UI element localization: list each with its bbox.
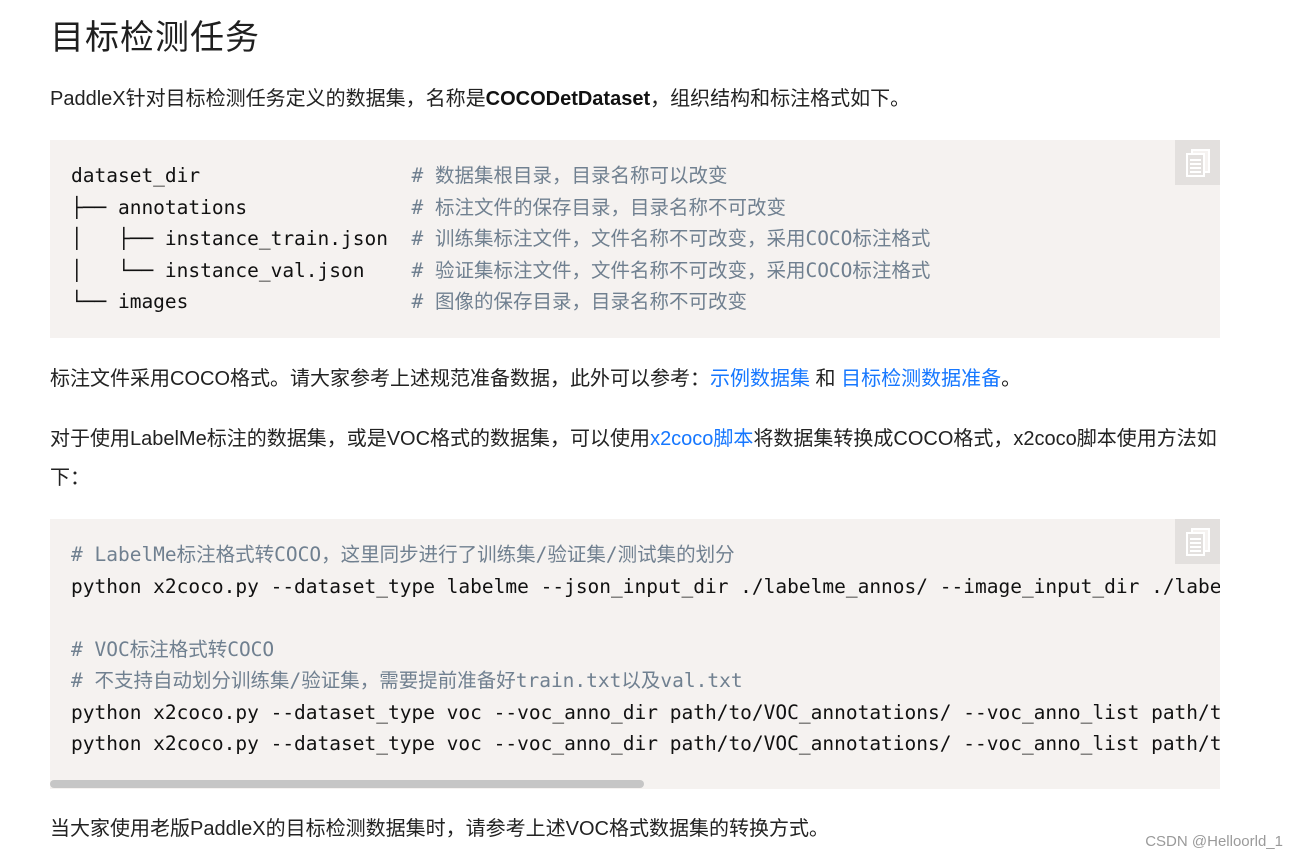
scrollbar-thumb[interactable] xyxy=(50,780,644,788)
csdn-watermark: CSDN @Helloorld_1 xyxy=(1145,833,1283,850)
code-line: # VOC标注格式转COCO xyxy=(71,637,275,661)
sample-dataset-link[interactable]: 示例数据集 xyxy=(710,368,810,390)
detection-data-prep-link[interactable]: 目标检测数据准备 xyxy=(841,368,1001,390)
x2coco-text: 对于使用LabelMe标注的数据集，或是VOC格式的数据集，可以使用 xyxy=(50,428,651,450)
intro-text-tail: ，组织结构和标注格式如下。 xyxy=(650,88,911,110)
code-content: # LabelMe标注格式转COCO，这里同步进行了训练集/验证集/测试集的划分… xyxy=(50,519,1220,760)
copy-icon xyxy=(1185,527,1210,556)
horizontal-scrollbar[interactable] xyxy=(50,777,1220,789)
intro-text: PaddleX针对目标检测任务定义的数据集，名称是 xyxy=(50,88,486,110)
code-line: │ └── instance_val.json # 验证集标注文件，文件名称不可… xyxy=(71,258,931,282)
code-line: # 不支持自动划分训练集/验证集，需要提前准备好train.txt以及val.t… xyxy=(71,669,743,692)
code-line: dataset_dir # 数据集根目录，目录名称可以改变 xyxy=(71,164,728,187)
intro-paragraph: PaddleX针对目标检测任务定义的数据集，名称是COCODetDataset，… xyxy=(50,80,1220,119)
code-block-x2coco: # LabelMe标注格式转COCO，这里同步进行了训练集/验证集/测试集的划分… xyxy=(50,519,1220,789)
reference-text: 标注文件采用COCO格式。请大家参考上述规范准备数据，此外可以参考： xyxy=(50,368,710,390)
legacy-note-paragraph: 当大家使用老版PaddleX的目标检测数据集时，请参考上述VOC格式数据集的转换… xyxy=(50,818,829,840)
reference-paragraph: 标注文件采用COCO格式。请大家参考上述规范准备数据，此外可以参考：示例数据集 … xyxy=(50,360,1220,399)
x2coco-paragraph: 对于使用LabelMe标注的数据集，或是VOC格式的数据集，可以使用x2coco… xyxy=(50,420,1220,498)
reference-and: 和 xyxy=(810,368,842,390)
code-block-directory: dataset_dir # 数据集根目录，目录名称可以改变 ├── annota… xyxy=(50,140,1220,338)
code-line: │ ├── instance_train.json # 训练集标注文件，文件名称… xyxy=(71,227,931,250)
code-line: ├── annotations # 标注文件的保存目录，目录名称不可改变 xyxy=(71,195,786,219)
copy-button[interactable] xyxy=(1175,519,1220,564)
code-line: # LabelMe标注格式转COCO，这里同步进行了训练集/验证集/测试集的划分 xyxy=(71,543,735,566)
copy-button[interactable] xyxy=(1175,140,1220,185)
code-line: python x2coco.py --dataset_type labelme … xyxy=(71,574,1220,598)
dataset-name: COCODetDataset xyxy=(485,88,651,110)
code-line: python x2coco.py --dataset_type voc --vo… xyxy=(71,700,1220,724)
reference-end: 。 xyxy=(1001,368,1022,390)
code-line: └── images # 图像的保存目录，目录名称不可改变 xyxy=(71,290,747,313)
code-content: dataset_dir # 数据集根目录，目录名称可以改变 ├── annota… xyxy=(50,140,1220,318)
copy-icon xyxy=(1185,148,1210,177)
page-title: 目标检测任务 xyxy=(50,19,260,57)
code-line: python x2coco.py --dataset_type voc --vo… xyxy=(71,732,1220,755)
x2coco-script-link[interactable]: x2coco脚本 xyxy=(650,428,753,450)
